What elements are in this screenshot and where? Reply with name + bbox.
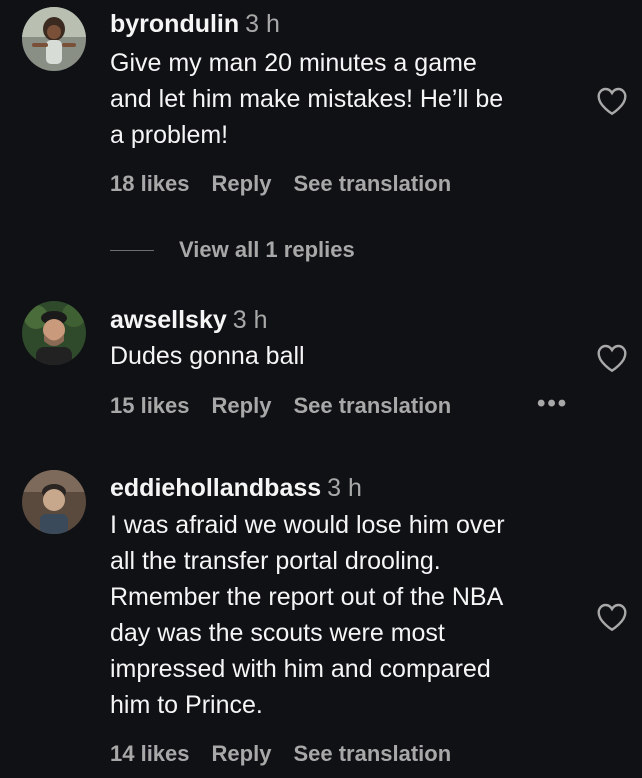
avatar[interactable] bbox=[22, 301, 86, 365]
view-replies-button[interactable]: View all 1 replies bbox=[179, 237, 355, 263]
likes-count[interactable]: 15 likes bbox=[110, 393, 190, 418]
comment-text-line: a problem! bbox=[110, 121, 229, 149]
comment-text: I was afraid we would lose him over all … bbox=[110, 507, 580, 723]
username[interactable]: byrondulin bbox=[110, 10, 239, 38]
reply-button[interactable]: Reply bbox=[212, 171, 272, 196]
likes-count[interactable]: 14 likes bbox=[110, 741, 190, 766]
username[interactable]: eddiehollandbass bbox=[110, 474, 321, 502]
heart-outline-icon[interactable] bbox=[596, 86, 628, 116]
heart-outline-icon[interactable] bbox=[596, 343, 628, 373]
timestamp: 3 h bbox=[327, 474, 362, 502]
comment-text: Give my man 20 minutes a game and let hi… bbox=[110, 45, 580, 153]
heart-outline-icon[interactable] bbox=[596, 602, 628, 632]
comment-text-line: Rmember the report out of the NBA bbox=[110, 583, 504, 611]
see-translation-button[interactable]: See translation bbox=[293, 741, 451, 766]
comment-header: awsellsky 3 h bbox=[110, 302, 268, 338]
avatar[interactable] bbox=[22, 470, 86, 534]
see-translation-button[interactable]: See translation bbox=[293, 393, 451, 418]
comment-text-line: and let him make mistakes! He’ll be bbox=[110, 85, 504, 113]
comment-text-line: Give my man 20 minutes a game bbox=[110, 49, 477, 77]
comment-text-line: all the transfer portal drooling. bbox=[110, 547, 441, 575]
comment-text: Dudes gonna ball bbox=[110, 338, 580, 374]
reply-button[interactable]: Reply bbox=[212, 393, 272, 418]
more-options-icon[interactable]: ••• bbox=[537, 390, 568, 418]
comment-text-line: I was afraid we would lose him over bbox=[110, 511, 505, 539]
comment-header: eddiehollandbass 3 h bbox=[110, 470, 362, 506]
replies-divider bbox=[110, 250, 154, 251]
comment-actions: 18 likes Reply See translation bbox=[110, 171, 473, 197]
reply-button[interactable]: Reply bbox=[212, 741, 272, 766]
see-translation-button[interactable]: See translation bbox=[293, 171, 451, 196]
comment-actions: 15 likes Reply See translation bbox=[110, 393, 473, 419]
username[interactable]: awsellsky bbox=[110, 306, 227, 334]
timestamp: 3 h bbox=[232, 306, 268, 334]
comment-text-line: impressed with him and compared bbox=[110, 655, 491, 683]
avatar[interactable] bbox=[22, 7, 86, 71]
comment-actions: 14 likes Reply See translation bbox=[110, 741, 473, 767]
comment-header: byrondulin 3 h bbox=[110, 6, 280, 42]
comment-text-line: him to Prince. bbox=[110, 691, 263, 719]
likes-count[interactable]: 18 likes bbox=[110, 171, 190, 196]
comment-text-line: Dudes gonna ball bbox=[110, 342, 305, 370]
timestamp: 3 h bbox=[245, 10, 280, 38]
comment-text-line: day was the scouts were most bbox=[110, 619, 445, 647]
avatar-image bbox=[22, 301, 86, 365]
avatar-image bbox=[22, 470, 86, 534]
avatar-image bbox=[22, 7, 86, 71]
